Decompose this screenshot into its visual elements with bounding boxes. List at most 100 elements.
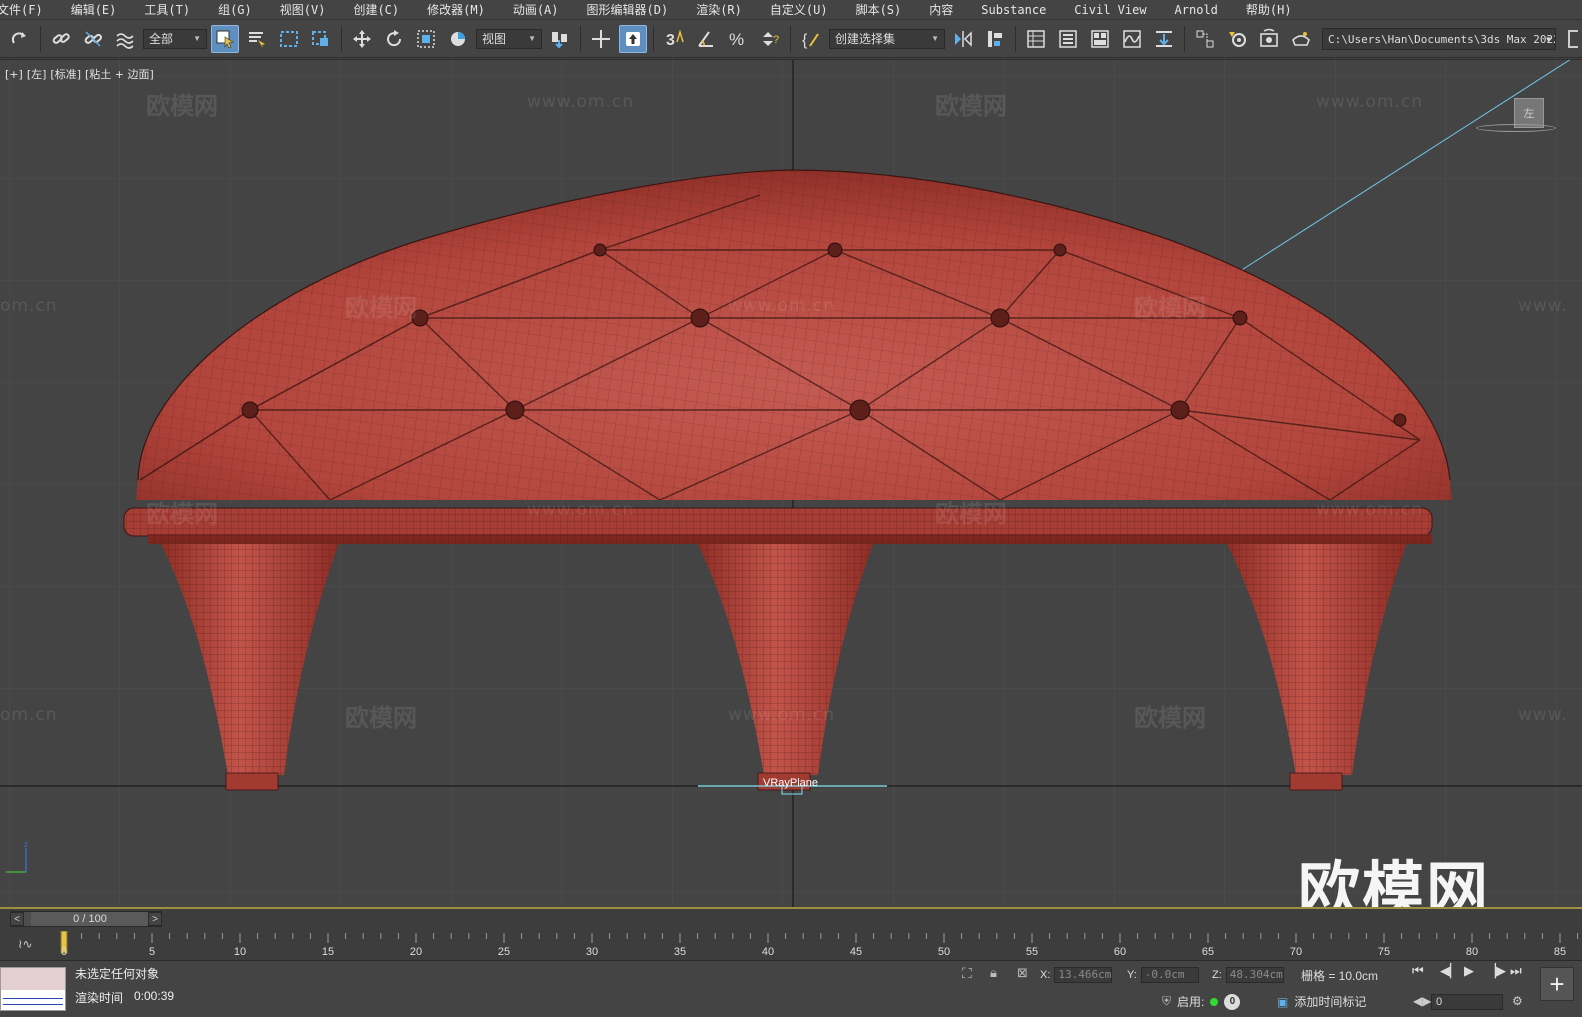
toolbar-separator: [1184, 25, 1185, 52]
chevron-down-icon: ▼: [1546, 34, 1551, 44]
toggle-ribbon-icon[interactable]: [1086, 25, 1114, 53]
time-slider-next-button[interactable]: >: [148, 912, 162, 926]
pivot-point-center-icon[interactable]: [546, 25, 574, 53]
track-tick-label: 50: [937, 946, 951, 958]
current-frame-field[interactable]: 0: [1431, 994, 1503, 1010]
time-configuration-icon[interactable]: ⚙: [1512, 994, 1523, 1008]
track-bar[interactable]: ≀∿ 0 5 10 15 20 25 30 35 40 45 50 55 60 …: [0, 931, 1582, 961]
x-coordinate-field[interactable]: 13.466cm: [1054, 967, 1113, 983]
select-object-icon[interactable]: [211, 24, 239, 53]
render-setup-icon[interactable]: [1223, 25, 1251, 53]
x-coordinate-label: X:: [1040, 969, 1051, 981]
x-coordinate: X: 13.466cm: [1040, 967, 1113, 983]
toolbar-separator: [580, 25, 581, 52]
track-tick-label: 10: [233, 946, 247, 958]
spinner-snap-icon[interactable]: ?: [756, 25, 784, 53]
isolate-selection-icon[interactable]: ⛶: [962, 965, 972, 982]
viewport-label[interactable]: [+] [左] [标准] [粘土 + 边面]: [5, 66, 158, 82]
keyboard-shortcut-override-icon[interactable]: [619, 24, 647, 53]
viewport-left[interactable]: [+][左][标准][粘土 + 边面] 欧模网 www.om.cn 欧模网 ww…: [0, 59, 1582, 907]
align-icon[interactable]: [981, 25, 1009, 53]
previous-frame-icon[interactable]: ◀▏: [1440, 963, 1460, 979]
viewport-shading-mode[interactable]: [粘土 + 边面]: [85, 68, 154, 81]
time-config-arrows-icon[interactable]: ◀▶: [1413, 994, 1431, 1008]
project-folder-button[interactable]: [1568, 30, 1578, 48]
play-icon[interactable]: ▶: [1464, 963, 1474, 979]
y-coordinate-field[interactable]: -0.0cm: [1140, 967, 1199, 983]
time-slider-frame-display[interactable]: 0 / 100: [31, 912, 149, 926]
rotate-icon[interactable]: [380, 25, 408, 53]
track-tick-label: 75: [1377, 946, 1391, 958]
edit-named-selection-icon[interactable]: {: [797, 25, 825, 53]
scene-explorer-icon[interactable]: [1022, 25, 1050, 53]
snaps-toggle-icon[interactable]: 3: [660, 25, 688, 53]
menu-help[interactable]: 帮助(H): [1232, 1, 1306, 18]
scale-icon[interactable]: [412, 25, 440, 53]
unlink-icon[interactable]: [79, 25, 107, 53]
enable-count-badge[interactable]: 0: [1224, 993, 1241, 1010]
menu-modifiers[interactable]: 修改器(M): [413, 1, 499, 18]
time-slider-bar: < 0 / 100 >: [0, 907, 1582, 931]
shield-icon[interactable]: ⛨: [1162, 994, 1171, 1009]
svg-text:3: 3: [666, 32, 675, 49]
maxscript-mini-listener[interactable]: [0, 967, 66, 1011]
menu-create[interactable]: 创建(C): [339, 1, 413, 18]
menu-tools[interactable]: 工具(T): [130, 1, 204, 18]
menu-group[interactable]: 组(G): [204, 1, 266, 18]
menu-file[interactable]: 文件(F): [0, 1, 57, 18]
viewport-menu-plus[interactable]: [+]: [5, 68, 23, 81]
z-coordinate-field[interactable]: 48.304cm: [1225, 967, 1284, 983]
menu-graph-editors[interactable]: 图形编辑器(D): [573, 1, 683, 18]
viewport-shading-preset[interactable]: [标准]: [50, 68, 81, 81]
menu-content[interactable]: 内容: [915, 1, 967, 18]
rendered-frame-window-icon[interactable]: [1255, 25, 1283, 53]
curve-editor-icon[interactable]: [1118, 25, 1146, 53]
render-production-icon[interactable]: [1287, 25, 1315, 53]
select-by-name-icon[interactable]: [243, 25, 271, 53]
track-tick-label: 60: [1113, 946, 1127, 958]
bind-space-warp-icon[interactable]: [111, 25, 139, 53]
angle-snap-icon[interactable]: [692, 25, 720, 53]
menu-substance[interactable]: Substance: [967, 3, 1060, 17]
track-tick-label: 65: [1201, 946, 1215, 958]
move-icon[interactable]: [348, 25, 376, 53]
go-to-start-icon[interactable]: ⏮: [1412, 963, 1424, 979]
schematic-view-icon[interactable]: [1150, 25, 1178, 53]
viewport-pov-label[interactable]: [左]: [27, 68, 47, 81]
project-folder-path[interactable]: C:\Users\Han\Documents\3ds Max 2022 ▼: [1322, 28, 1556, 50]
go-to-end-icon[interactable]: ⏭: [1510, 963, 1522, 979]
next-frame-icon[interactable]: ▕▶: [1486, 963, 1506, 979]
time-slider-prev-button[interactable]: <: [10, 912, 24, 926]
menu-views[interactable]: 视图(V): [266, 1, 340, 18]
track-tick-label: 70: [1289, 946, 1303, 958]
rectangular-selection-icon[interactable]: [275, 25, 303, 53]
add-time-tag[interactable]: ▣ 添加时间标记: [1277, 993, 1366, 1010]
time-slider[interactable]: < 0 / 100 >: [10, 911, 162, 927]
menu-civil-view[interactable]: Civil View: [1060, 3, 1160, 17]
mirror-icon[interactable]: [949, 25, 977, 53]
menu-arnold[interactable]: Arnold: [1161, 3, 1232, 17]
place-icon[interactable]: [444, 25, 472, 53]
lock-selection-icon[interactable]: 🔒︎: [990, 965, 997, 981]
absolute-mode-transform-icon[interactable]: ⊠: [1017, 965, 1028, 981]
percent-snap-icon[interactable]: %: [724, 25, 752, 53]
reference-coordinate-dropdown[interactable]: 视图 ▼: [476, 28, 542, 49]
create-new-icon[interactable]: +: [1540, 967, 1574, 1001]
mini-listener-input[interactable]: [1, 968, 65, 990]
render-time-label: 渲染时间: [75, 991, 124, 1005]
menu-animation[interactable]: 动画(A): [499, 1, 573, 18]
menu-customize[interactable]: 自定义(U): [756, 1, 842, 18]
menu-rendering[interactable]: 渲染(R): [682, 1, 756, 18]
menu-edit[interactable]: 编辑(E): [57, 1, 131, 18]
material-editor-icon[interactable]: [1191, 25, 1219, 53]
menu-scripting[interactable]: 脚本(S): [842, 1, 916, 18]
viewcube-compass-ring[interactable]: [1476, 124, 1556, 132]
layer-explorer-icon[interactable]: [1054, 25, 1082, 53]
redo-icon[interactable]: [6, 25, 34, 53]
menu-bar: 文件(F) 编辑(E) 工具(T) 组(G) 视图(V) 创建(C) 修改器(M…: [0, 0, 1582, 20]
link-icon[interactable]: [47, 25, 75, 53]
window-crossing-icon[interactable]: [307, 25, 335, 53]
selection-filter-dropdown[interactable]: 全部 ▼: [143, 28, 207, 49]
select-and-manipulate-icon[interactable]: [587, 25, 615, 53]
named-selection-dropdown[interactable]: 创建选择集 ▼: [829, 28, 945, 49]
